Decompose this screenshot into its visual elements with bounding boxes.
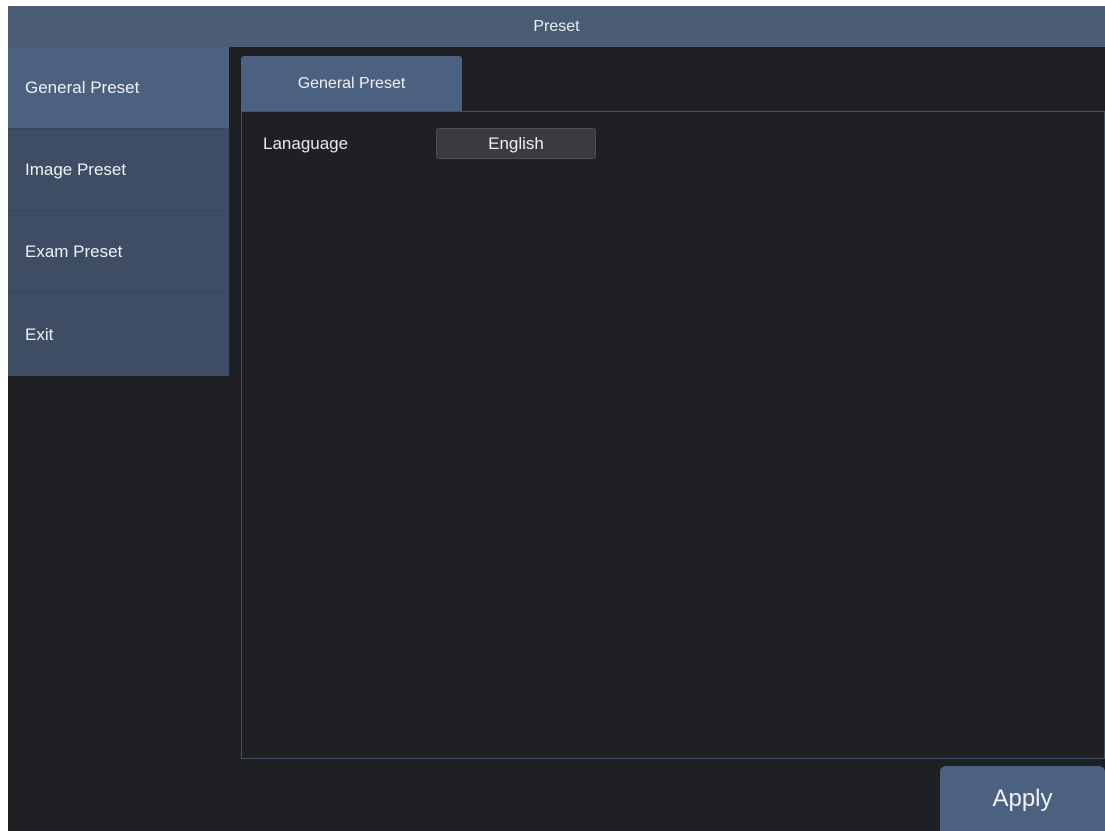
sidebar-item-label: Image Preset	[25, 159, 127, 179]
language-select[interactable]: English	[436, 128, 596, 159]
window-title: Preset	[533, 17, 580, 35]
language-select-value: English	[488, 133, 544, 153]
language-label: Lanaguage	[263, 134, 349, 153]
tab-label: General Preset	[297, 74, 406, 92]
sidebar-item-label: Exit	[25, 324, 54, 344]
sidebar: General Preset Image Preset Exam Preset …	[8, 47, 229, 376]
sidebar-item-label: General Preset	[25, 77, 140, 97]
sidebar-item-label: Exam Preset	[25, 241, 123, 261]
apply-button[interactable]: Apply	[940, 766, 1105, 831]
preset-window: Preset General Preset Image Preset Exam …	[8, 6, 1105, 831]
sidebar-item-exit[interactable]: Exit	[8, 293, 229, 376]
tab-general-preset[interactable]: General Preset	[241, 56, 462, 111]
apply-button-label: Apply	[992, 784, 1053, 812]
general-preset-panel: Lanaguage English	[241, 111, 1105, 759]
sidebar-item-image-preset[interactable]: Image Preset	[8, 129, 229, 211]
sidebar-item-general-preset[interactable]: General Preset	[8, 47, 229, 129]
title-bar: Preset	[8, 6, 1105, 47]
sidebar-item-exam-preset[interactable]: Exam Preset	[8, 211, 229, 293]
